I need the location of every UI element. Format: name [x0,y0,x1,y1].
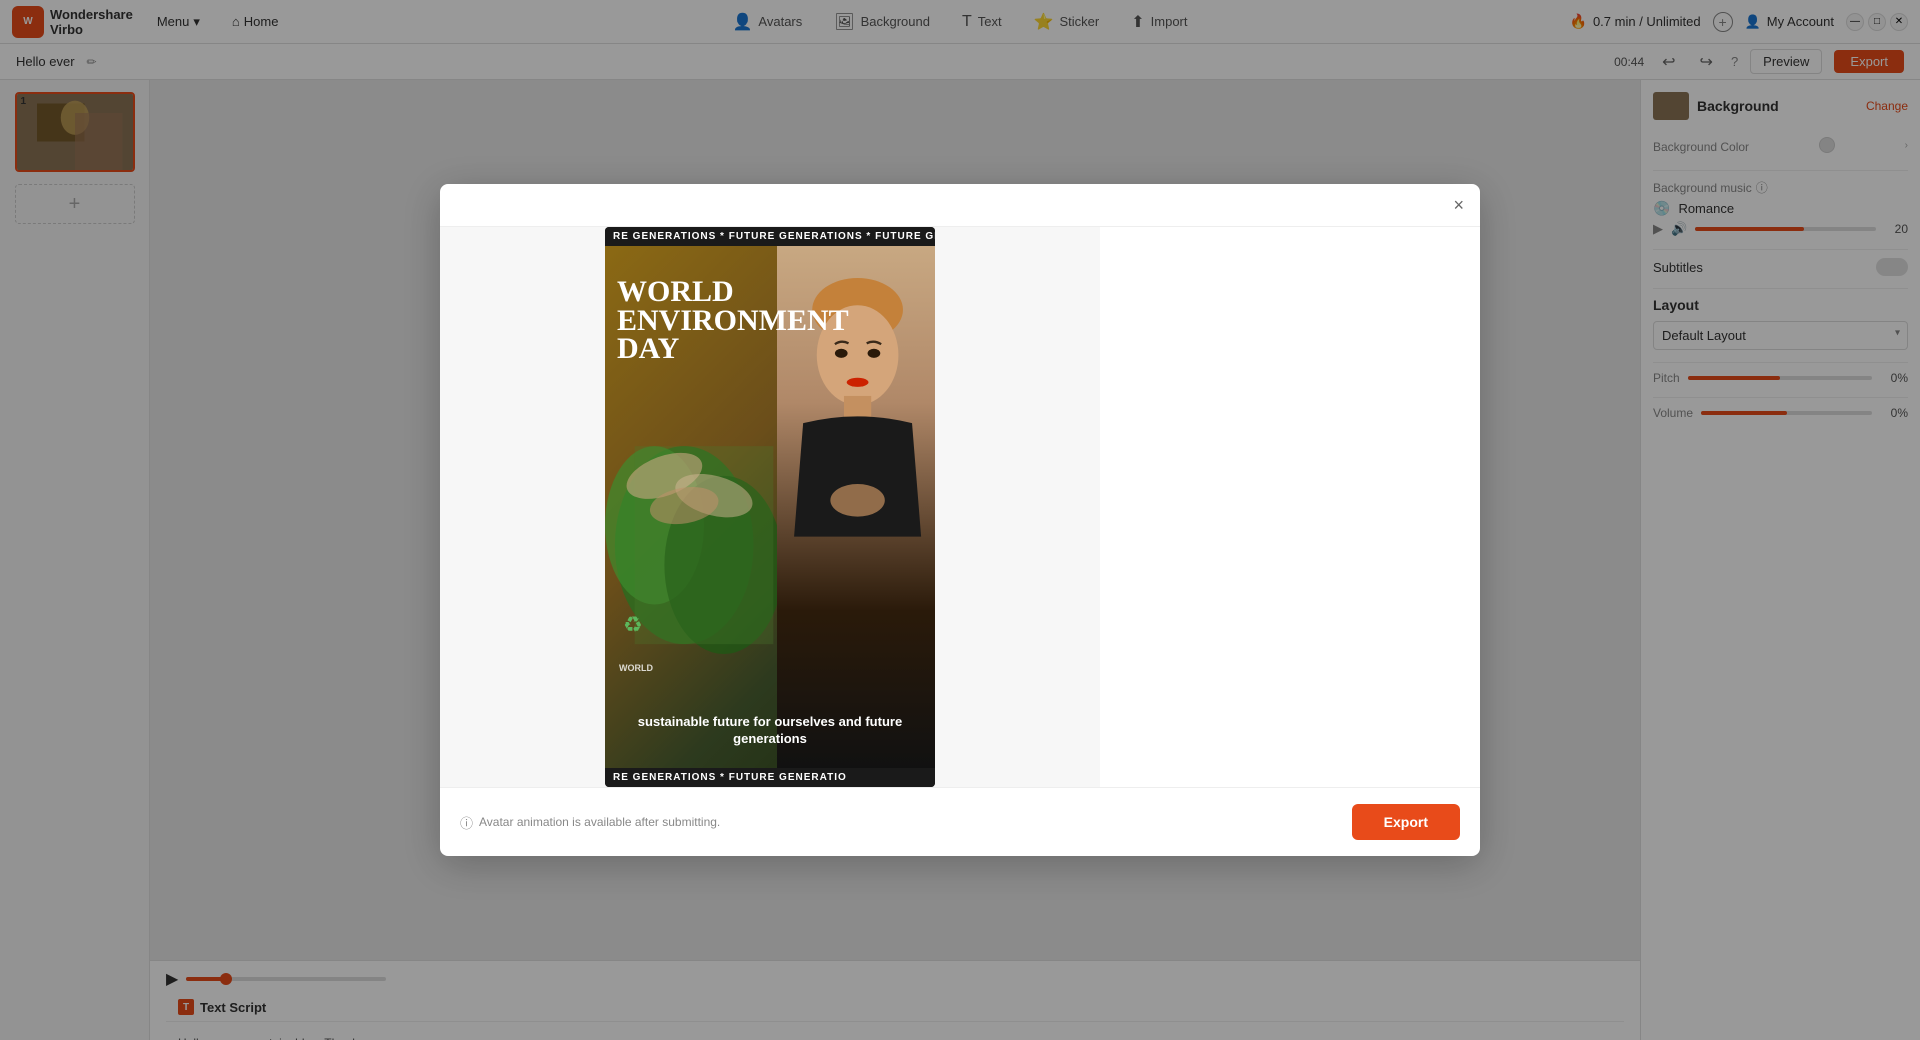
subtitle-text: sustainable future for ourselves and fut… [638,714,902,747]
ticker-top-text: RE GENERATIONS * FUTURE GENERATIONS * FU… [613,231,935,242]
info-icon: ⓘ [460,813,473,832]
preview-modal: × RE GENERATIONS * FUTURE GENERATIONS * … [440,184,1480,856]
video-subtitle: sustainable future for ourselves and fut… [605,713,935,748]
world-text: WORLD [619,663,653,673]
ticker-top: RE GENERATIONS * FUTURE GENERATIONS * FU… [605,227,935,246]
video-main-title: WORLD ENVIRONMENT DAY [617,278,775,364]
recycle-symbol: ♻ [623,612,643,637]
footer-info-text: Avatar animation is available after subm… [479,815,720,829]
modal-body: RE GENERATIONS * FUTURE GENERATIONS * FU… [440,227,1480,787]
footer-info: ⓘ Avatar animation is available after su… [460,813,720,832]
modal-header: × [440,184,1480,227]
export-modal-button[interactable]: Export [1352,804,1460,840]
modal-close-button[interactable]: × [1453,196,1464,214]
video-preview: RE GENERATIONS * FUTURE GENERATIONS * FU… [605,227,935,787]
modal-footer: ⓘ Avatar animation is available after su… [440,787,1480,856]
modal-overlay: × RE GENERATIONS * FUTURE GENERATIONS * … [0,0,1920,1040]
modal-preview-area: RE GENERATIONS * FUTURE GENERATIONS * FU… [440,227,1100,787]
video-text-overlay: WORLD ENVIRONMENT DAY [605,266,787,376]
recycle-icon: ♻ [623,612,643,638]
modal-right-area [1100,227,1480,787]
world-label: WORLD [619,663,653,673]
video-main: WORLD ENVIRONMENT DAY OURSELVES AND FUTU… [605,246,935,768]
ticker-bottom: RE GENERATIONS * FUTURE GENERATIO [605,768,935,787]
ticker-bottom-text: RE GENERATIONS * FUTURE GENERATIO [613,772,847,783]
